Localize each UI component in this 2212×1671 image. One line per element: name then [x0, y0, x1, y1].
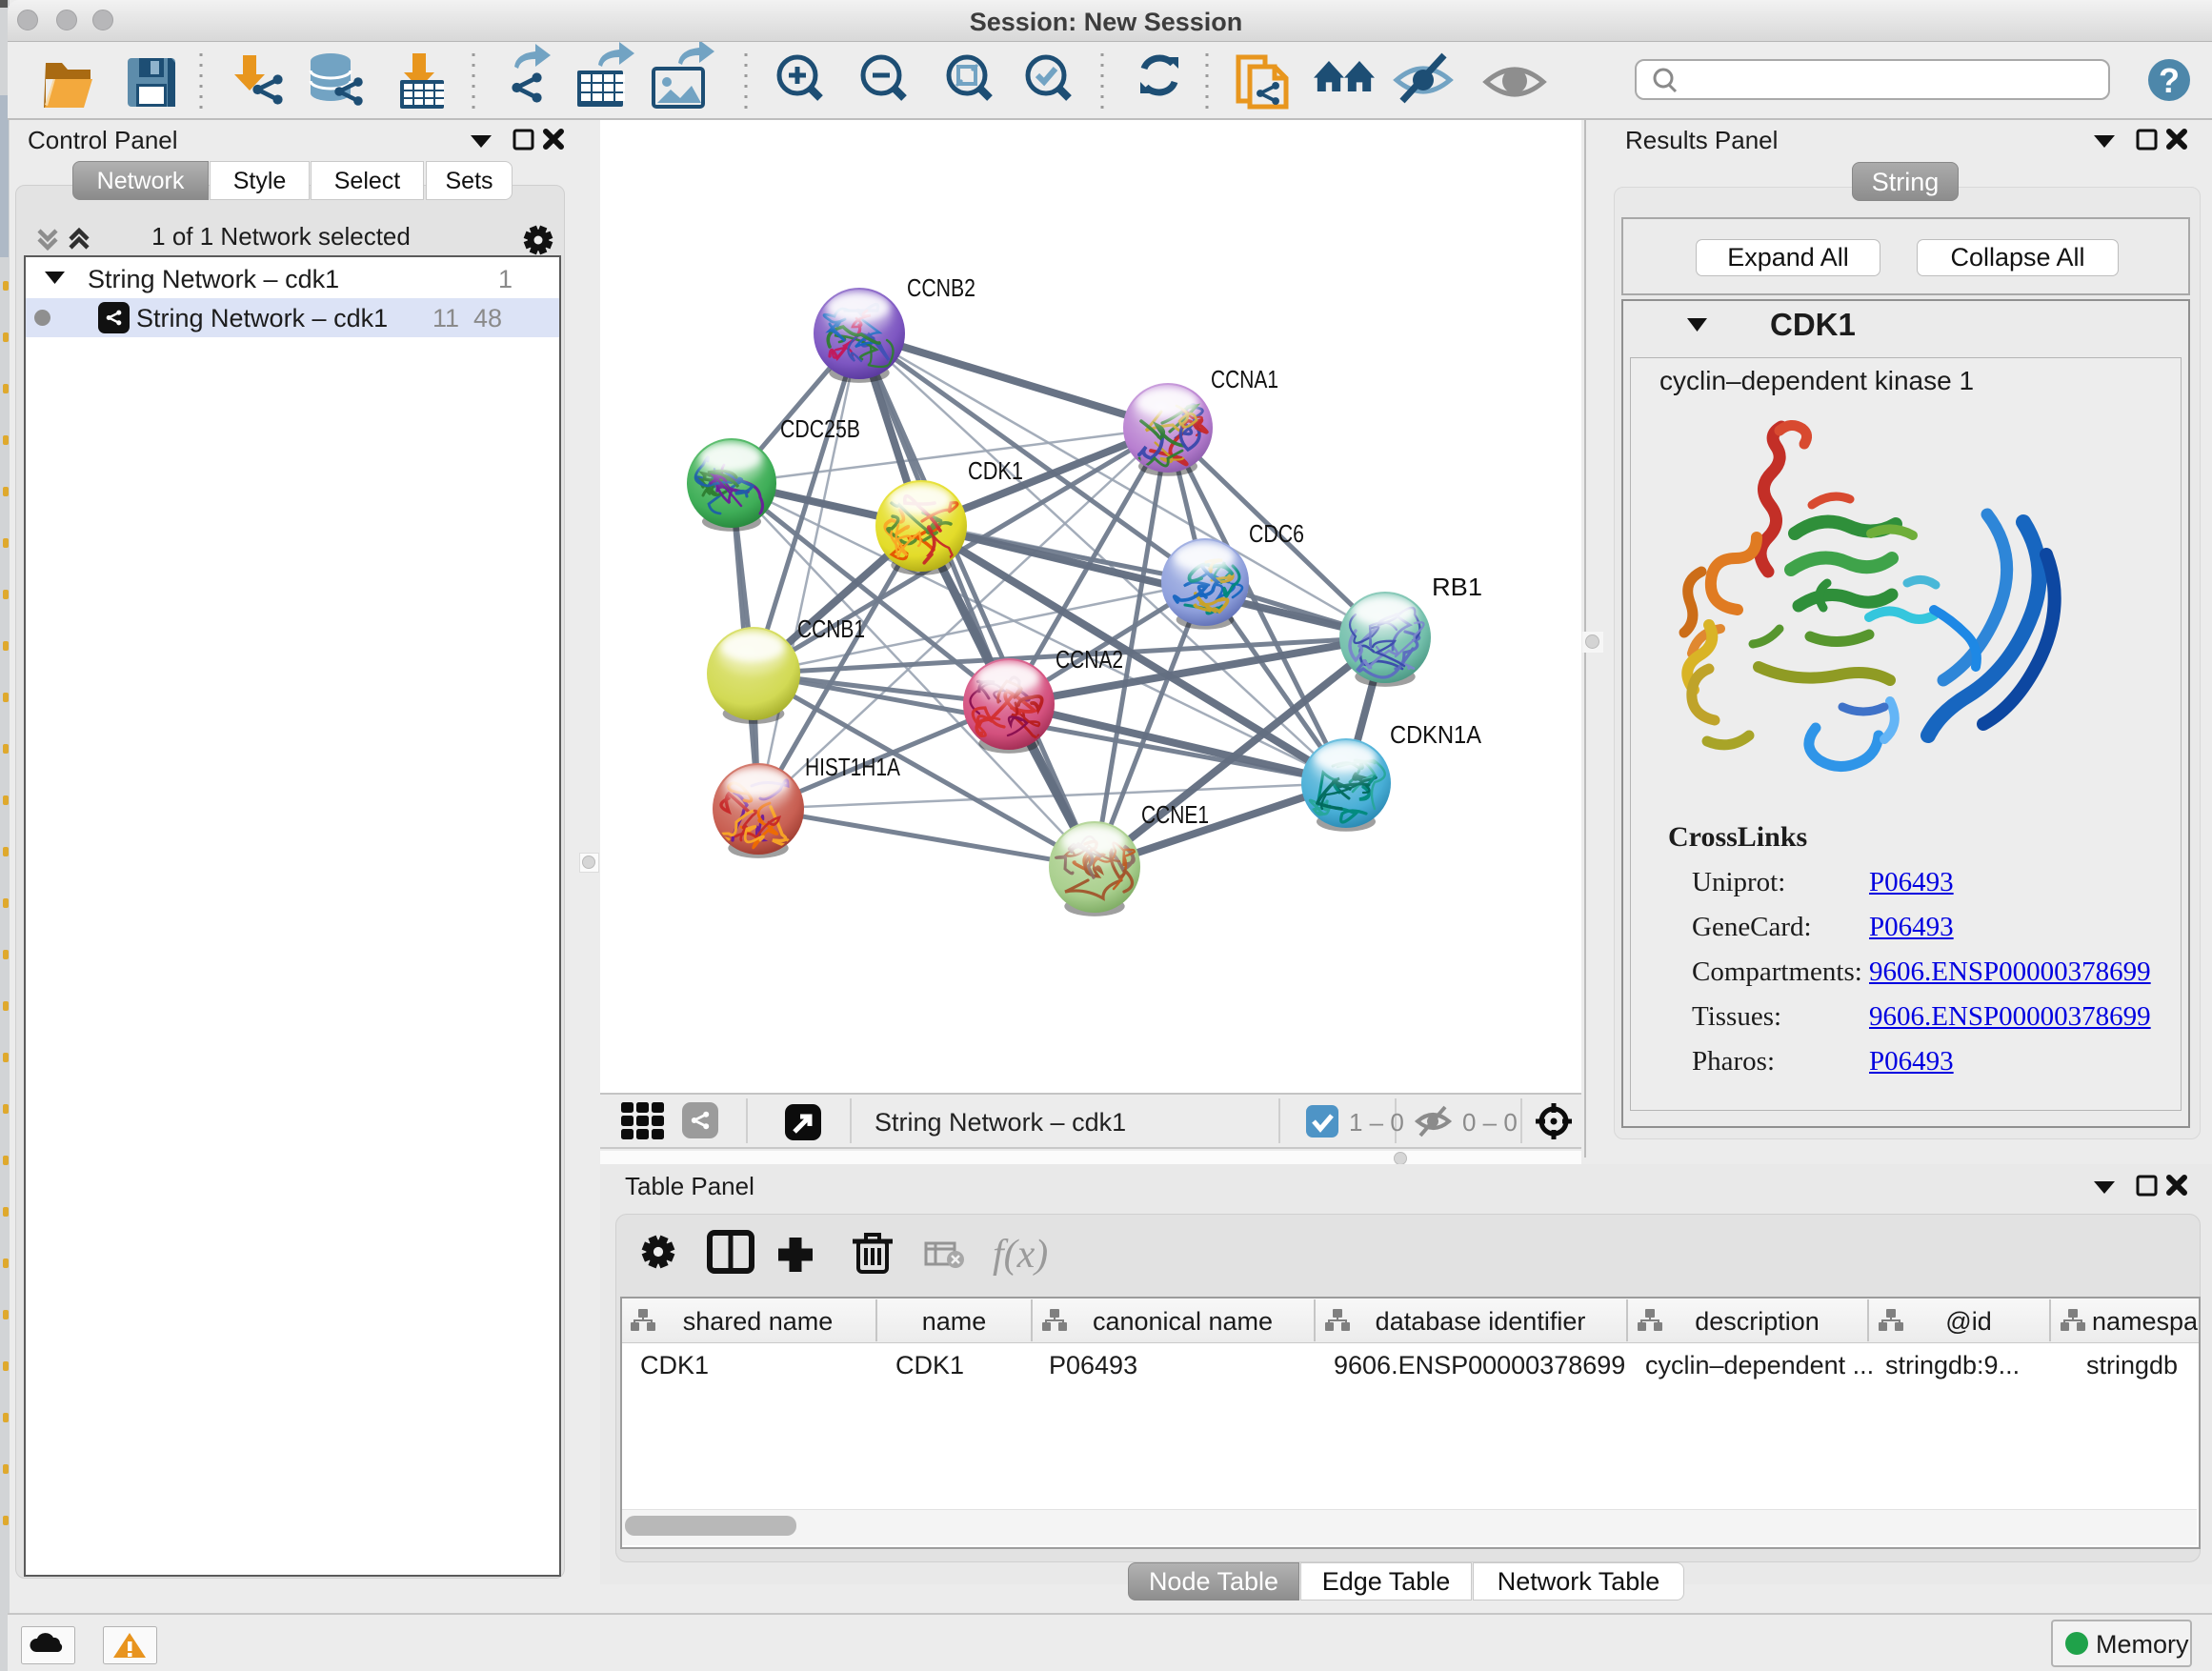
- svg-text:CDC25B: CDC25B: [780, 414, 860, 443]
- svg-text:CDKN1A: CDKN1A: [1390, 720, 1482, 749]
- svg-text:description: description: [1695, 1307, 1820, 1336]
- svg-text:String Network – cdk1: String Network – cdk1: [875, 1108, 1126, 1137]
- svg-text:CCNA2: CCNA2: [1056, 645, 1123, 674]
- svg-text:HIST1H1A: HIST1H1A: [805, 753, 901, 781]
- svg-text:CCNA1: CCNA1: [1211, 365, 1278, 393]
- svg-text:CCNE1: CCNE1: [1141, 800, 1209, 829]
- svg-text:1 – 0: 1 – 0: [1349, 1108, 1404, 1137]
- svg-text:f(x): f(x): [993, 1233, 1048, 1277]
- svg-text:name: name: [922, 1307, 987, 1336]
- svg-text:database identifier: database identifier: [1376, 1307, 1586, 1336]
- svg-text:0 – 0: 0 – 0: [1462, 1108, 1518, 1137]
- svg-text:namespace: namespace: [2092, 1307, 2199, 1336]
- svg-text:RB1: RB1: [1432, 573, 1482, 601]
- svg-text:CCNB1: CCNB1: [797, 614, 865, 643]
- svg-text:CCNB2: CCNB2: [907, 273, 975, 302]
- svg-text:CDK1: CDK1: [968, 456, 1023, 485]
- svg-text:canonical name: canonical name: [1093, 1307, 1273, 1336]
- svg-text:?: ?: [2159, 61, 2180, 100]
- svg-text:shared name: shared name: [683, 1307, 834, 1336]
- svg-text:CDC6: CDC6: [1249, 519, 1304, 548]
- svg-text:@id: @id: [1945, 1307, 1991, 1336]
